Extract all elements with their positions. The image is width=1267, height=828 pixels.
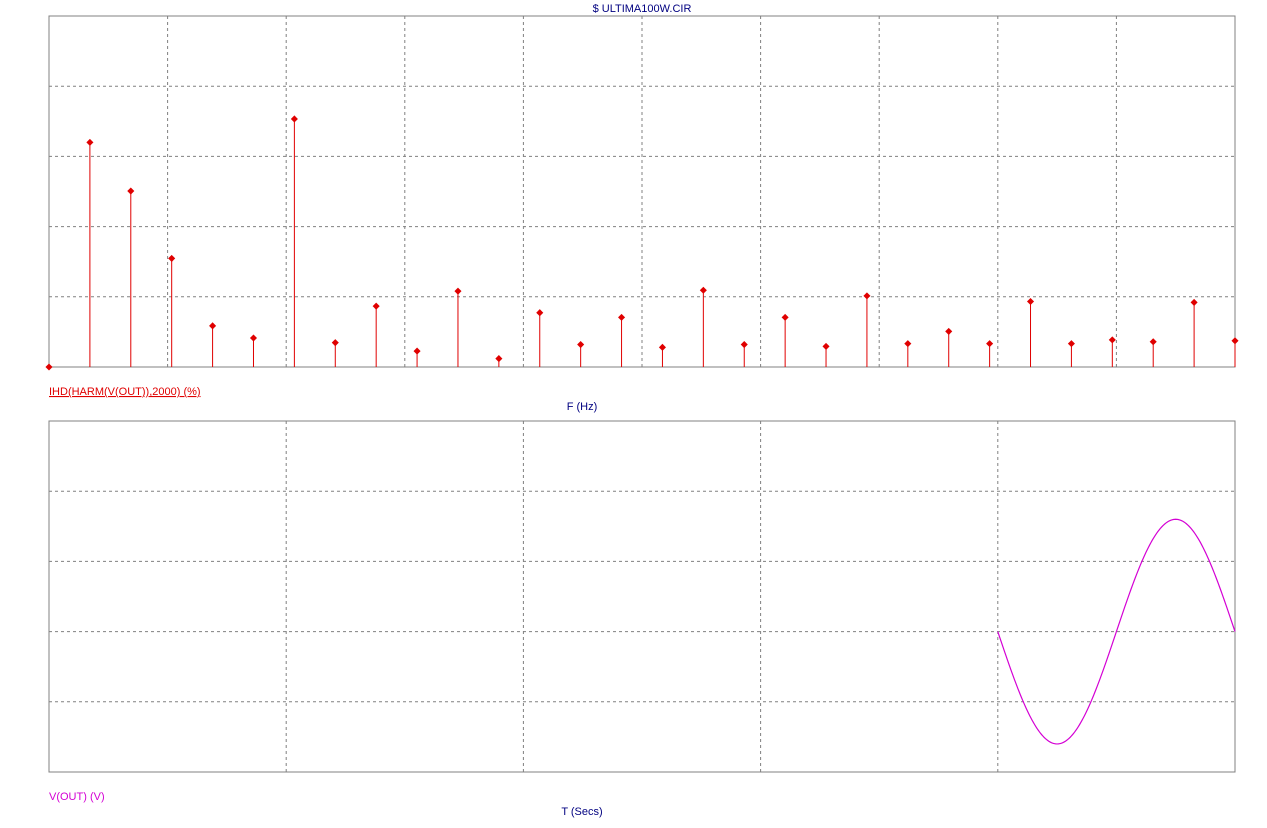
plot-window: $ ULTIMA100W.CIR IHD(HARM(V(OUT)),2000) … <box>0 0 1267 823</box>
harmonic-point <box>904 340 912 348</box>
top-chart-title: $ ULTIMA100W.CIR <box>593 3 692 15</box>
bottom-legend-entry: V(OUT) (V) <box>49 791 105 803</box>
harmonic-point <box>1190 298 1198 306</box>
harmonic-point <box>618 313 626 321</box>
harmonic-point <box>863 292 871 300</box>
top-legend-entry: IHD(HARM(V(OUT)),2000) (%) <box>49 386 201 398</box>
harmonic-point <box>495 355 503 363</box>
bottom-chart-grid <box>49 421 1235 772</box>
charts-svg: $ ULTIMA100W.CIR IHD(HARM(V(OUT)),2000) … <box>45 3 1239 818</box>
harmonic-point <box>1026 297 1035 306</box>
top-x-axis-label: F (Hz) <box>567 401 598 413</box>
harmonic-point <box>945 327 953 335</box>
harmonic-point <box>86 138 94 146</box>
harmonic-point <box>413 347 421 355</box>
top-chart-marks <box>45 115 1239 371</box>
harmonic-point <box>209 322 217 330</box>
harmonic-point <box>986 340 994 348</box>
harmonic-point <box>658 343 666 351</box>
harmonic-point <box>822 342 830 350</box>
harmonic-point <box>249 334 258 342</box>
harmonic-point <box>577 341 585 349</box>
harmonic-point <box>1231 337 1239 345</box>
harmonic-point <box>1108 336 1116 344</box>
harmonic-point <box>781 313 789 321</box>
harmonic-point <box>45 363 53 371</box>
harmonic-point <box>372 302 380 310</box>
harmonic-point <box>331 339 339 347</box>
harmonic-point <box>1149 338 1157 346</box>
bottom-plot-frame <box>48 420 1236 773</box>
harmonic-point <box>740 341 748 349</box>
top-chart-grid <box>49 16 1235 367</box>
harmonic-point <box>536 309 544 317</box>
harmonic-point <box>127 187 135 195</box>
harmonic-point <box>454 287 462 295</box>
harmonic-point <box>699 286 707 294</box>
bottom-x-axis-label: T (Secs) <box>561 806 602 818</box>
harmonic-point <box>1067 340 1075 348</box>
harmonic-point <box>290 115 298 123</box>
harmonic-point <box>168 254 176 262</box>
